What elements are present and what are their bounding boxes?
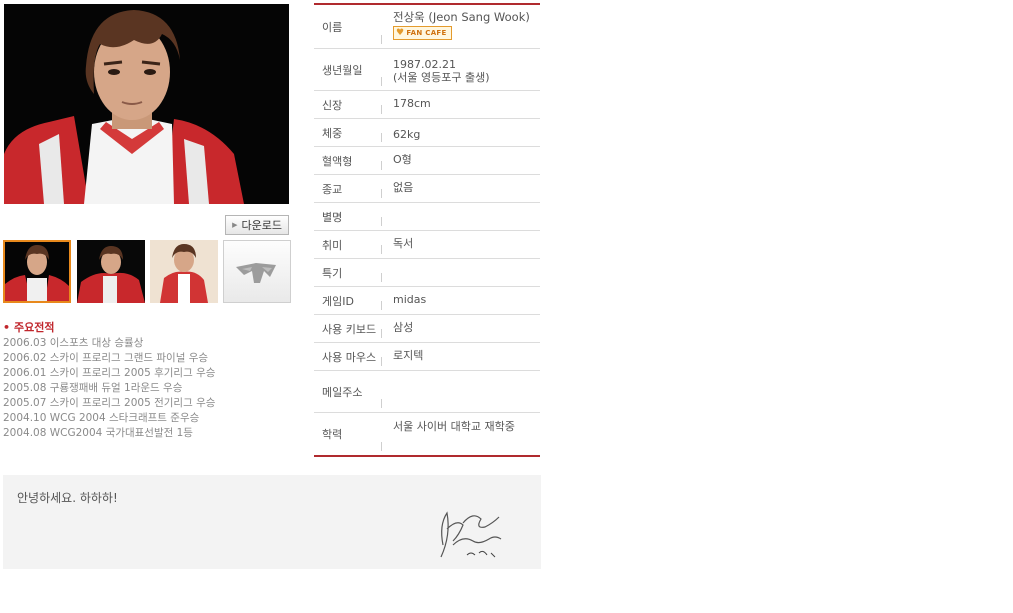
religion-label: 종교 [322, 182, 343, 196]
profile-row-hobby: 취미 독서 [314, 231, 540, 259]
keyboard-label: 사용 키보드 [322, 322, 377, 336]
profile-row-height: 신장 178cm [314, 91, 540, 119]
mouse-value: 로지텍 [393, 349, 424, 362]
team-logo-icon [236, 263, 276, 283]
message-box: 안녕하세요. 하하하! [3, 475, 541, 569]
email-label: 메일주소 [322, 385, 363, 399]
blood-label: 혈액형 [322, 154, 353, 168]
name-value: 전상욱 (Jeon Sang Wook) [393, 10, 530, 24]
talent-label: 특기 [322, 266, 343, 280]
religion-value: 없음 [393, 181, 414, 194]
major-records: • 주요전적 2006.03 이스포츠 대상 승률상 2006.02 스카이 프로… [3, 320, 293, 441]
play-arrow-icon: ▶ [232, 221, 238, 229]
education-value: 서울 사이버 대학교 재학중 [393, 420, 515, 433]
thumbnail-4[interactable] [223, 240, 291, 303]
gameid-label: 게임ID [322, 294, 354, 308]
thumbnail-3[interactable] [150, 240, 218, 303]
hobby-label: 취미 [322, 238, 343, 252]
record-item: 2004.08 WCG2004 국가대표선발전 1등 [3, 427, 193, 439]
name-label: 이름 [322, 20, 343, 34]
mouse-label: 사용 마우스 [322, 350, 377, 364]
hobby-value: 독서 [393, 237, 414, 250]
record-item: 2005.08 구룡쟁패배 듀얼 1라운드 우승 [3, 382, 183, 394]
keyboard-value: 삼성 [393, 321, 414, 334]
record-item: 2004.10 WCG 2004 스타크래프트 준우승 [3, 412, 200, 424]
profile-row-education: 학력 서울 사이버 대학교 재학중 [314, 413, 540, 455]
gameid-value: midas [393, 293, 427, 306]
profile-row-birth: 생년월일 1987.02.21 (서울 영등포구 출생) [314, 49, 540, 91]
record-item: 2005.07 스카이 프로리그 2005 전기리그 우승 [3, 397, 216, 409]
records-title: • 주요전적 [3, 321, 55, 334]
profile-row-gameid: 게임ID midas [314, 287, 540, 315]
thumbnail-1[interactable] [3, 240, 71, 303]
main-photo [4, 4, 289, 204]
weight-value: 62kg [393, 128, 421, 141]
birth-place: (서울 영등포구 출생) [393, 71, 490, 84]
record-item: 2006.01 스카이 프로리그 2005 후기리그 우승 [3, 367, 216, 379]
record-item: 2006.03 이스포츠 대상 승률상 [3, 337, 144, 349]
thumbnail-strip [3, 240, 293, 303]
thumbnail-2[interactable] [77, 240, 145, 303]
record-item: 2006.02 스카이 프로리그 그랜드 파이널 우승 [3, 352, 209, 364]
profile-row-blood: 혈액형 O형 [314, 147, 540, 175]
profile-row-mouse: 사용 마우스 로지텍 [314, 343, 540, 371]
education-label: 학력 [322, 428, 343, 441]
height-value: 178cm [393, 97, 431, 110]
download-button[interactable]: ▶ 다운로드 [225, 215, 289, 235]
nickname-label: 별명 [322, 210, 343, 224]
profile-table: 이름 전상욱 (Jeon Sang Wook) ♥ FAN CAFE 생년월일 1… [314, 3, 540, 457]
signature-image [433, 505, 513, 569]
profile-row-nickname: 별명 [314, 203, 540, 231]
message-text: 안녕하세요. 하하하! [17, 491, 118, 505]
birth-label: 생년월일 [322, 63, 363, 77]
heart-icon: ♥ [396, 27, 405, 38]
blood-value: O형 [393, 153, 412, 166]
weight-label: 체중 [322, 126, 343, 140]
profile-row-religion: 종교 없음 [314, 175, 540, 203]
profile-row-name: 이름 전상욱 (Jeon Sang Wook) ♥ FAN CAFE [314, 5, 540, 49]
fan-cafe-button[interactable]: ♥ FAN CAFE [393, 26, 452, 40]
profile-row-email: 메일주소 [314, 371, 540, 413]
profile-row-weight: 체중 62kg [314, 119, 540, 147]
download-label: 다운로드 [241, 219, 282, 232]
profile-row-keyboard: 사용 키보드 삼성 [314, 315, 540, 343]
height-label: 신장 [322, 98, 343, 112]
birth-date: 1987.02.21 [393, 58, 456, 71]
profile-row-talent: 특기 [314, 259, 540, 287]
